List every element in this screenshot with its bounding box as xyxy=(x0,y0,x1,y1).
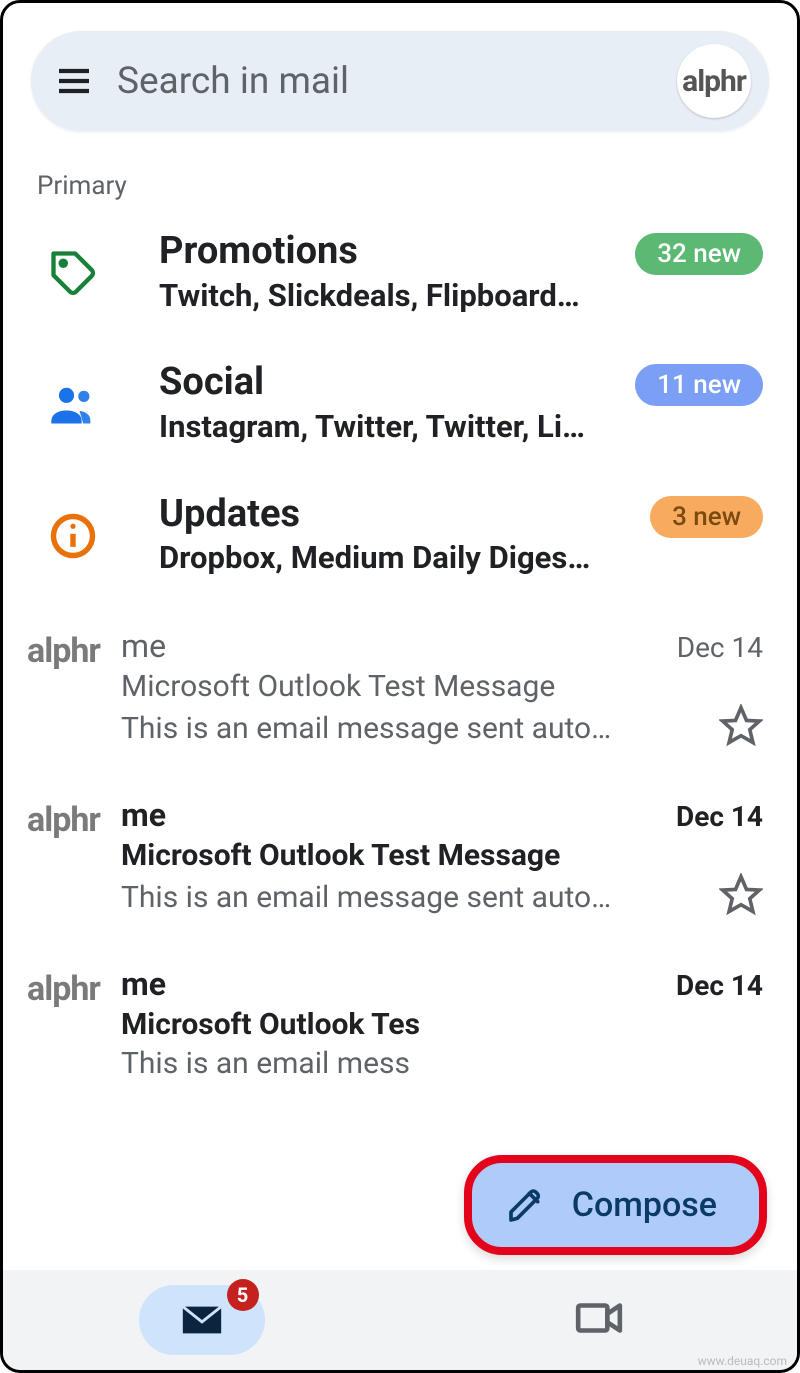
info-icon xyxy=(43,506,103,566)
email-date: Dec 14 xyxy=(677,631,763,664)
email-snippet: This is an email message sent auto… xyxy=(121,880,611,915)
search-bar[interactable]: Search in mail alphr xyxy=(31,31,769,131)
sender-name: me xyxy=(121,627,166,665)
email-subject: Microsoft Outlook Test Message xyxy=(121,838,763,873)
bottom-nav: 5 xyxy=(3,1270,797,1370)
search-input[interactable]: Search in mail xyxy=(117,60,677,103)
tag-icon xyxy=(43,243,103,303)
category-title: Updates xyxy=(159,492,640,538)
email-subject: Microsoft Outlook Tes xyxy=(121,1007,763,1042)
category-subtitle: Instagram, Twitter, Twitter, Li… xyxy=(159,406,625,448)
category-subtitle: Dropbox, Medium Daily Diges… xyxy=(159,537,640,579)
email-row[interactable]: alphr me Dec 14 Microsoft Outlook Tes Th… xyxy=(3,947,797,1111)
compose-label: Compose xyxy=(572,1185,717,1225)
nav-meet-button[interactable] xyxy=(574,1293,624,1347)
email-row[interactable]: alphr me Dec 14 Microsoft Outlook Test M… xyxy=(3,778,797,947)
video-icon xyxy=(574,1293,624,1343)
category-subtitle: Twitch, Slickdeals, Flipboard… xyxy=(159,275,625,317)
email-date: Dec 14 xyxy=(676,800,763,833)
star-button[interactable] xyxy=(719,704,763,748)
mail-count-badge: 5 xyxy=(227,1279,259,1311)
menu-button[interactable] xyxy=(49,56,99,106)
account-avatar[interactable]: alphr xyxy=(677,44,751,118)
sender-name: me xyxy=(121,796,166,834)
email-date: Dec 14 xyxy=(676,969,763,1002)
watermark: www.deuaq.com xyxy=(698,1354,787,1368)
email-row[interactable]: alphr me Dec 14 Microsoft Outlook Test M… xyxy=(3,609,797,778)
email-snippet: This is an email mess xyxy=(121,1046,410,1081)
pencil-icon xyxy=(506,1185,546,1225)
email-subject: Microsoft Outlook Test Message xyxy=(121,669,763,704)
star-icon xyxy=(719,704,763,748)
sender-avatar: alphr xyxy=(31,965,121,1081)
sender-avatar: alphr xyxy=(31,796,121,917)
category-title: Promotions xyxy=(159,229,625,275)
email-snippet: This is an email message sent auto… xyxy=(121,711,611,746)
people-icon xyxy=(43,374,103,434)
category-updates[interactable]: Updates Dropbox, Medium Daily Diges… 3 n… xyxy=(3,478,797,609)
new-badge: 11 new xyxy=(635,364,763,406)
new-badge: 32 new xyxy=(635,233,763,275)
star-icon xyxy=(719,873,763,917)
sender-avatar: alphr xyxy=(31,627,121,748)
star-button[interactable] xyxy=(719,873,763,917)
section-label: Primary xyxy=(3,151,797,215)
mail-icon xyxy=(179,1297,225,1343)
category-title: Social xyxy=(159,360,625,406)
nav-mail-button[interactable]: 5 xyxy=(139,1285,265,1355)
hamburger-icon xyxy=(54,61,94,101)
new-badge: 3 new xyxy=(650,496,763,538)
category-promotions[interactable]: Promotions Twitch, Slickdeals, Flipboard… xyxy=(3,215,797,346)
category-social[interactable]: Social Instagram, Twitter, Twitter, Li… … xyxy=(3,346,797,477)
compose-button[interactable]: Compose xyxy=(464,1155,767,1255)
sender-name: me xyxy=(121,965,166,1003)
